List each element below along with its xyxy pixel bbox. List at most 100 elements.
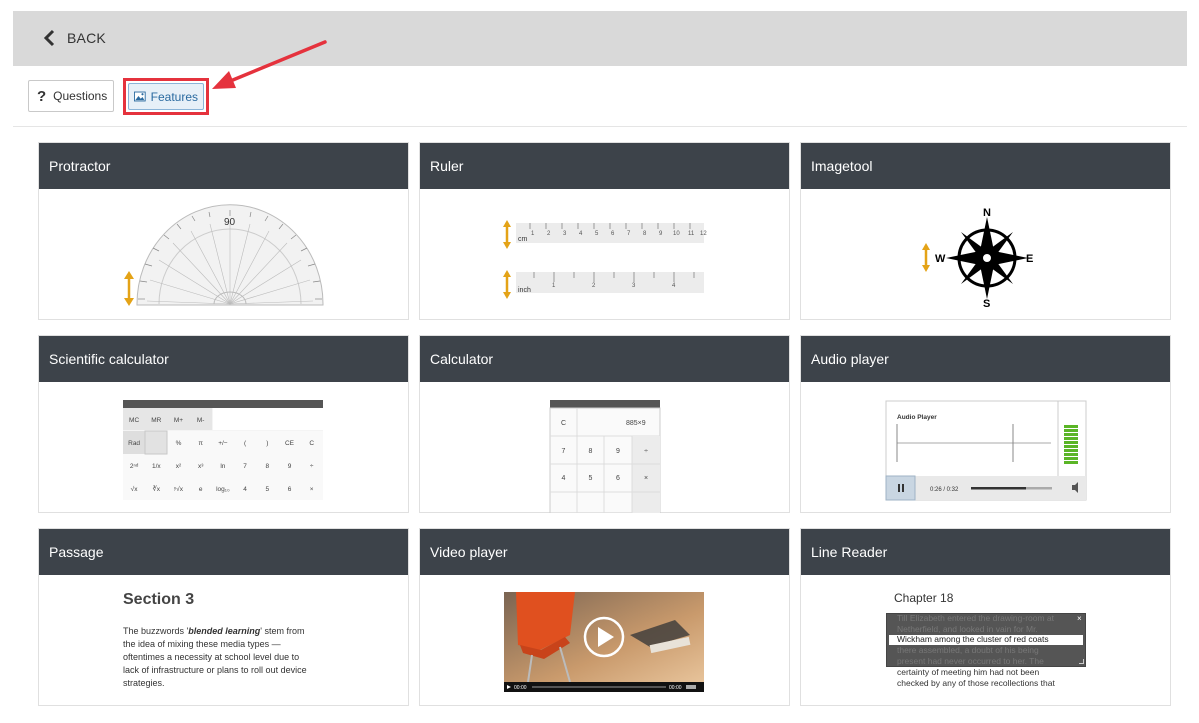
question-mark-icon: ? [37,87,47,105]
card-title: Imagetool [801,143,1170,189]
reader-line: there assembled, a doubt of his being [897,645,1039,655]
passage-preview: Section 3 The buzzwords 'blended learnin… [39,575,408,706]
calc-key: ÷ [644,448,648,455]
image-icon [134,91,146,102]
calc-key: 9 [288,463,292,470]
audio-title: Audio Player [897,414,937,421]
tab-questions-label: Questions [53,89,108,103]
calc-key: +/− [218,440,228,447]
passage-heading: Section 3 [123,591,195,608]
calc-key: 7 [562,448,566,455]
audio-time: 0:26 / 0:32 [930,487,959,493]
calc-key: 7 [243,463,247,470]
card-calculator[interactable]: Calculator C 885×9 7 8 9 ÷ 4 5 6 × [419,335,790,513]
calc-key: 4 [562,475,566,482]
calc-key: 9 [616,448,620,455]
ruler-preview: cm 1 2 3 4 5 6 7 8 9 10 11 12 inch 1 2 3… [420,189,789,320]
tab-features-label: Features [150,89,198,104]
card-title: Ruler [420,143,789,189]
calc-key: Rad [128,440,140,447]
chapter-heading: Chapter 18 [894,591,954,605]
back-label: BACK [67,30,106,46]
video-player-preview: 00:00 00:00 [420,575,789,706]
calc-key: ln [220,463,225,470]
line-reader-preview: Chapter 18 Till Elizabeth entered the dr… [801,575,1170,706]
calc-key: √x [131,485,139,493]
calc-key: C [561,420,566,427]
calc-key: 8 [265,463,269,470]
calc-key: × [310,486,314,493]
card-video-player[interactable]: Video player 00:00 00:00 [419,528,790,706]
protractor-shape: 90 [136,204,324,306]
calc-key: x² [176,463,182,470]
compass-rose-icon [946,217,1028,299]
calc-key: 8 [589,448,593,455]
calc-key: x³ [198,463,204,470]
calc-key: ) [266,440,268,447]
tick-label: 11 [688,231,695,237]
inch-ruler [516,272,704,293]
card-passage[interactable]: Passage Section 3 The buzzwords 'blended… [38,528,409,706]
card-scientific-calculator[interactable]: Scientific calculator MC MR M+ M- Rad% π +/−()… [38,335,409,513]
card-title: Video player [420,529,789,575]
reader-line: present had never occurred to her. The [897,656,1044,666]
calc-key: M+ [174,417,183,424]
resize-handle-icon[interactable] [1079,659,1084,664]
audio-player-preview: Audio Player 0:26 / 0:32 [801,382,1170,513]
video-time-end: 00:00 [669,685,682,691]
card-protractor[interactable]: Protractor 90 [38,142,409,320]
card-audio-player[interactable]: Audio player Audio Player 0:26 / 0:32 [800,335,1171,513]
resize-arrow-icon [503,220,511,299]
reader-line: certainty of meeting him had not been [897,667,1040,677]
tick-label: 10 [673,231,680,237]
card-title: Audio player [801,336,1170,382]
calc-key: π [198,440,203,447]
calc-key: CE [285,440,295,447]
compass-w: W [935,253,946,265]
back-button[interactable]: BACK [43,29,106,47]
resize-arrow-icon [922,243,930,272]
calc-key: 1/x [152,463,161,470]
chevron-left-icon [43,29,55,47]
card-title: Line Reader [801,529,1170,575]
calc-key: log₁₀ [216,486,230,493]
tick-label: 12 [700,231,707,237]
card-ruler[interactable]: Ruler cm 1 2 3 4 5 6 7 8 9 10 11 12 inch… [419,142,790,320]
close-icon[interactable]: × [1077,614,1082,623]
inch-label: inch [518,287,531,294]
tab-questions[interactable]: ? Questions [28,80,114,112]
calc-key: ʸ√x [173,485,184,493]
top-bar: BACK [13,11,1187,66]
calc-key: C [309,440,314,447]
calc-key: 6 [288,486,292,493]
calc-key: 4 [243,486,247,493]
calc-key: 6 [616,475,620,482]
imagetool-preview: N E S W [801,189,1170,320]
calc-key: × [644,475,648,482]
card-title: Passage [39,529,408,575]
tab-features[interactable]: Features [128,83,204,110]
compass-n: N [983,207,991,219]
calc-key: e [199,486,203,493]
reader-line: checked by any of those recollections th… [897,678,1055,688]
card-imagetool[interactable]: Imagetool N E S W [800,142,1171,320]
card-line-reader[interactable]: Line Reader Chapter 18 Till Elizabeth en… [800,528,1171,706]
protractor-preview: 90 [39,189,408,320]
video-time-start: 00:00 [514,685,527,691]
calc-key: % [176,440,182,447]
calc-display: 885×9 [626,420,646,427]
calc-key: MC [129,417,139,424]
calc-key: ∛x [153,485,161,493]
scientific-calculator-preview: MC MR M+ M- Rad% π +/−() CE C 2ⁿᵈ 1/x x² x³ ln 7 8 9 ÷ √x ∛… [39,382,408,513]
calc-key: ÷ [310,463,314,470]
compass-s: S [983,298,990,310]
reader-line-focused: Wickham among the cluster of red coats [897,634,1049,644]
compass-e: E [1026,253,1033,265]
reader-line: Till Elizabeth entered the drawing-room … [897,613,1055,623]
card-title: Scientific calculator [39,336,408,382]
cm-label: cm [518,236,528,243]
card-title: Protractor [39,143,408,189]
protractor-label: 90 [224,217,236,228]
calc-key: 5 [589,475,593,482]
tab-bar: ? Questions Features [13,66,1187,127]
